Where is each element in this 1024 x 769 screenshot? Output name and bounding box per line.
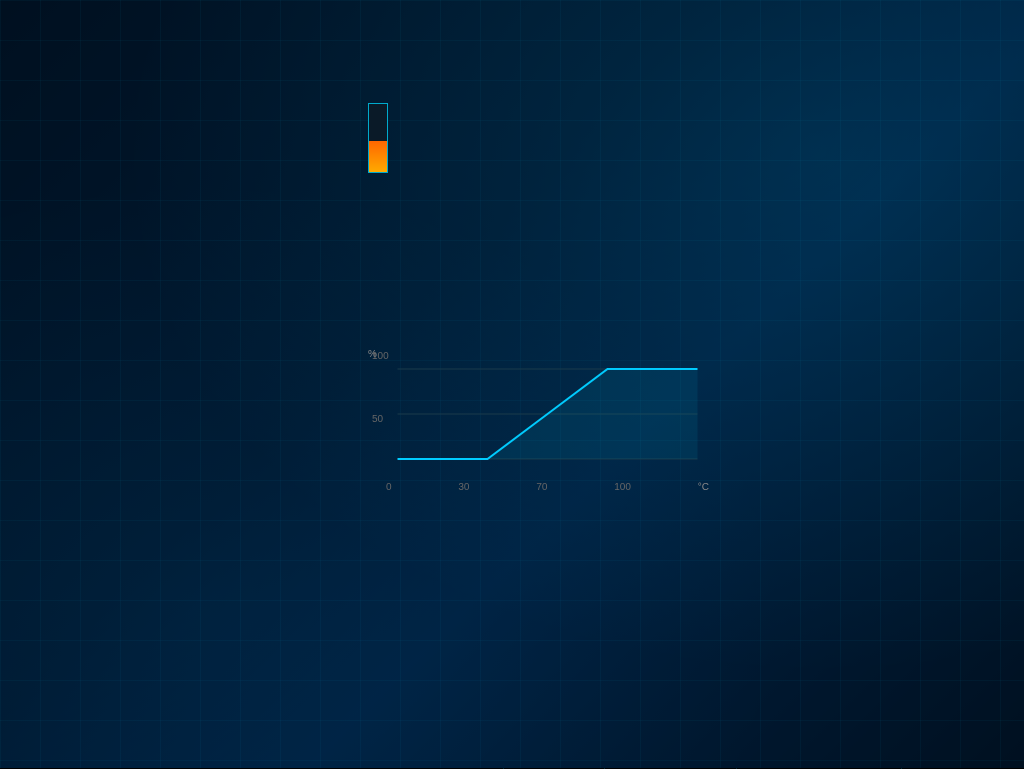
x-label-0: 0 xyxy=(386,482,392,493)
main-container: /ASUS UEFI BIOS Utility – EZ Mode STEP 1… xyxy=(0,0,1024,768)
x-label-100: 100 xyxy=(614,482,631,493)
chart-area: % 100 50 0 30 xyxy=(370,349,709,499)
y-100-label: 100 xyxy=(372,351,389,362)
y-50-label: 50 xyxy=(372,414,383,425)
temp-bar-fill xyxy=(369,141,387,172)
temp-bar-container xyxy=(368,103,388,173)
fan-chart-svg xyxy=(386,349,709,479)
x-label-30: 30 xyxy=(458,482,469,493)
x-axis-labels: 0 30 70 100 °C xyxy=(386,482,709,493)
x-unit: °C xyxy=(698,482,709,493)
x-label-70: 70 xyxy=(536,482,547,493)
